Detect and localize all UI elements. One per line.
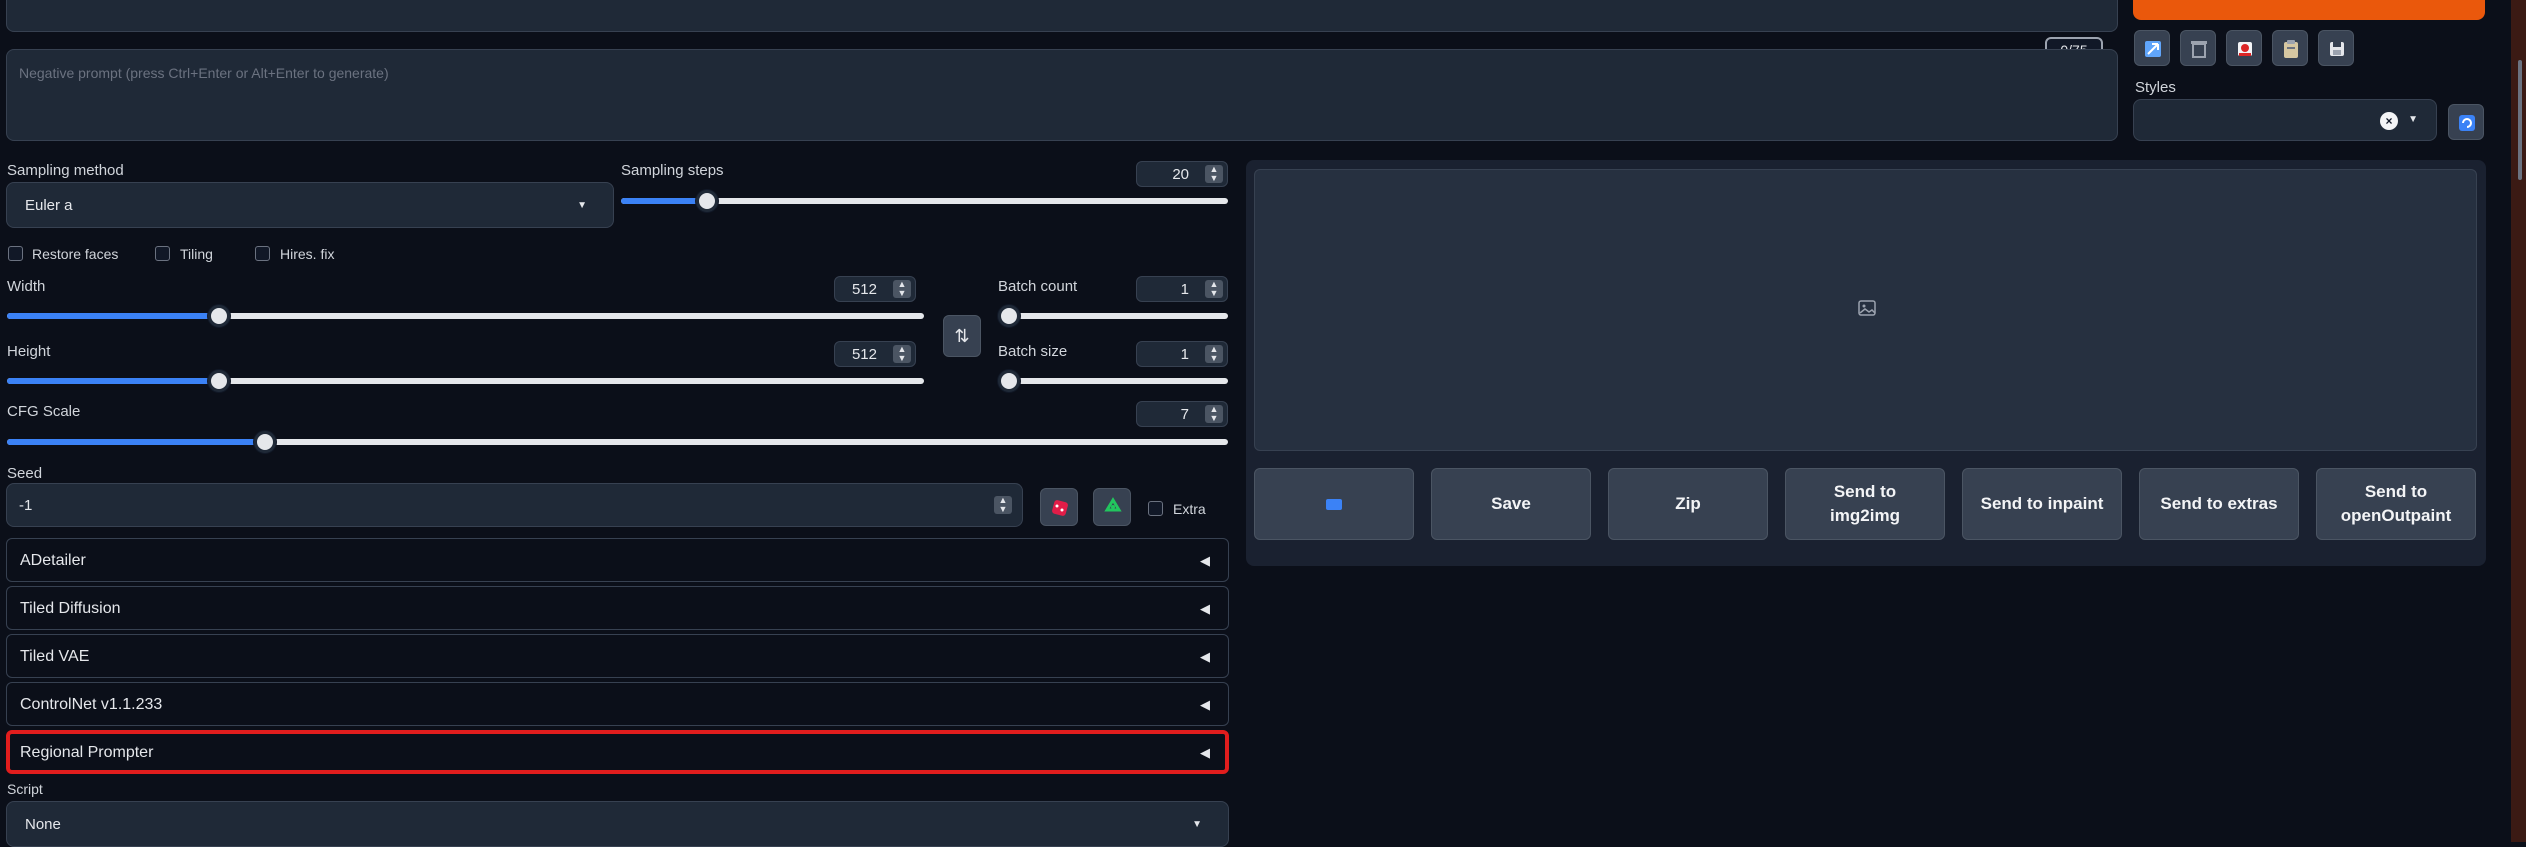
script-dropdown[interactable]: None ▼ [6, 801, 1229, 847]
open-folder-button[interactable] [1254, 468, 1414, 540]
accordion-tiled-diffusion[interactable]: Tiled Diffusion ◀ [6, 586, 1229, 630]
width-handle[interactable] [208, 305, 230, 327]
script-value: None [25, 816, 61, 833]
restore-faces-checkbox[interactable] [8, 246, 23, 261]
sampling-method-dropdown[interactable]: Euler a ▼ [6, 182, 614, 228]
restore-faces-label: Restore faces [32, 246, 119, 262]
collapse-arrow-icon: ◀ [1200, 553, 1210, 568]
script-label: Script [7, 781, 43, 797]
send-to-img2img-button[interactable]: Send to img2img [1785, 468, 1945, 540]
reuse-seed-recycle-icon[interactable] [1093, 488, 1131, 526]
sampling-steps-label: Sampling steps [621, 162, 724, 179]
stepper-icon[interactable]: ▲ ▼ [1205, 165, 1223, 183]
save-style-icon[interactable] [2318, 30, 2354, 66]
batch-count-slider[interactable] [998, 313, 1228, 319]
batch-count-input[interactable]: 1 ▲ ▼ [1136, 276, 1228, 302]
cfg-scale-label: CFG Scale [7, 403, 81, 420]
accordion-adetailer[interactable]: ADetailer ◀ [6, 538, 1229, 582]
seed-label: Seed [7, 465, 43, 482]
extra-seed-label: Extra [1173, 501, 1206, 517]
swap-icon: ⇅ [954, 326, 970, 346]
hires-fix-label: Hires. fix [280, 246, 335, 262]
tiling-checkbox[interactable] [155, 246, 170, 261]
height-label: Height [7, 343, 51, 360]
accordion-controlnet[interactable]: ControlNet v1.1.233 ◀ [6, 682, 1229, 726]
extra-seed-checkbox[interactable] [1148, 501, 1163, 516]
clear-icon[interactable]: × [2380, 112, 2398, 130]
batch-size-handle[interactable] [998, 370, 1020, 392]
chevron-down-icon: ▼ [2408, 114, 2418, 125]
collapse-arrow-icon: ◀ [1200, 649, 1210, 664]
refresh-styles-icon[interactable] [2448, 104, 2484, 140]
send-to-extras-button[interactable]: Send to extras [2139, 468, 2299, 540]
stepper-icon[interactable]: ▲ ▼ [893, 280, 911, 298]
width-slider[interactable] [7, 313, 924, 319]
styles-dropdown[interactable]: × ▼ [2133, 99, 2437, 141]
stepper-icon[interactable]: ▲ ▼ [1205, 345, 1223, 363]
sampling-steps-input[interactable]: 20 ▲ ▼ [1136, 161, 1228, 187]
cfg-scale-slider[interactable] [7, 439, 1228, 445]
chevron-down-icon: ▼ [1192, 819, 1202, 830]
batch-size-input[interactable]: 1 ▲ ▼ [1136, 341, 1228, 367]
cfg-scale-handle[interactable] [254, 431, 276, 453]
accordion-regional-prompter[interactable]: Regional Prompter ◀ [6, 730, 1229, 774]
send-to-openoutpaint-button[interactable]: Send to openOutpaint [2316, 468, 2476, 540]
height-slider[interactable] [7, 378, 924, 384]
scrollbar[interactable] [2518, 60, 2522, 180]
width-label: Width [7, 278, 46, 295]
height-handle[interactable] [208, 370, 230, 392]
sampling-steps-handle[interactable] [696, 190, 718, 212]
stepper-icon[interactable]: ▲ ▼ [1205, 280, 1223, 298]
image-preview [1254, 169, 2477, 451]
seed-input[interactable]: -1 ▲ ▼ [6, 483, 1023, 527]
collapse-arrow-icon: ◀ [1200, 697, 1210, 712]
extra-networks-icon[interactable] [2226, 30, 2262, 66]
tiling-label: Tiling [180, 246, 213, 262]
stepper-icon[interactable]: ▲ ▼ [893, 345, 911, 363]
negative-prompt-textarea[interactable]: Negative prompt (press Ctrl+Enter or Alt… [6, 49, 2118, 141]
clipboard-icon[interactable] [2272, 30, 2308, 66]
image-placeholder-icon [1858, 299, 1876, 321]
accordion-tiled-vae[interactable]: Tiled VAE ◀ [6, 634, 1229, 678]
batch-size-slider[interactable] [998, 378, 1228, 384]
collapse-arrow-icon: ◀ [1200, 745, 1210, 760]
send-to-inpaint-button[interactable]: Send to inpaint [1962, 468, 2122, 540]
folder-icon [1326, 498, 1342, 510]
trash-icon[interactable] [2180, 30, 2216, 66]
swap-dimensions-button[interactable]: ⇅ [943, 315, 981, 357]
batch-count-handle[interactable] [998, 305, 1020, 327]
batch-count-label: Batch count [998, 278, 1078, 295]
collapse-arrow-icon: ◀ [1200, 601, 1210, 616]
height-input[interactable]: 512 ▲ ▼ [834, 341, 916, 367]
sampling-method-value: Euler a [25, 197, 73, 214]
width-input[interactable]: 512 ▲ ▼ [834, 276, 916, 302]
seed-value: -1 [19, 497, 33, 514]
negative-prompt-placeholder: Negative prompt (press Ctrl+Enter or Alt… [19, 65, 389, 81]
random-seed-dice-icon[interactable] [1040, 488, 1078, 526]
stepper-icon[interactable]: ▲ ▼ [1205, 405, 1223, 423]
chevron-down-icon: ▼ [577, 200, 587, 211]
sampling-method-label: Sampling method [7, 162, 124, 179]
stepper-icon[interactable]: ▲ ▼ [994, 496, 1012, 514]
cfg-scale-input[interactable]: 7 ▲ ▼ [1136, 401, 1228, 427]
styles-label: Styles [2135, 79, 2176, 96]
hires-fix-checkbox[interactable] [255, 246, 270, 261]
batch-size-label: Batch size [998, 343, 1068, 360]
generate-button[interactable] [2133, 0, 2485, 20]
prompt-textarea[interactable] [6, 0, 2118, 32]
save-button[interactable]: Save [1431, 468, 1591, 540]
zip-button[interactable]: Zip [1608, 468, 1768, 540]
paste-icon[interactable] [2134, 30, 2170, 66]
